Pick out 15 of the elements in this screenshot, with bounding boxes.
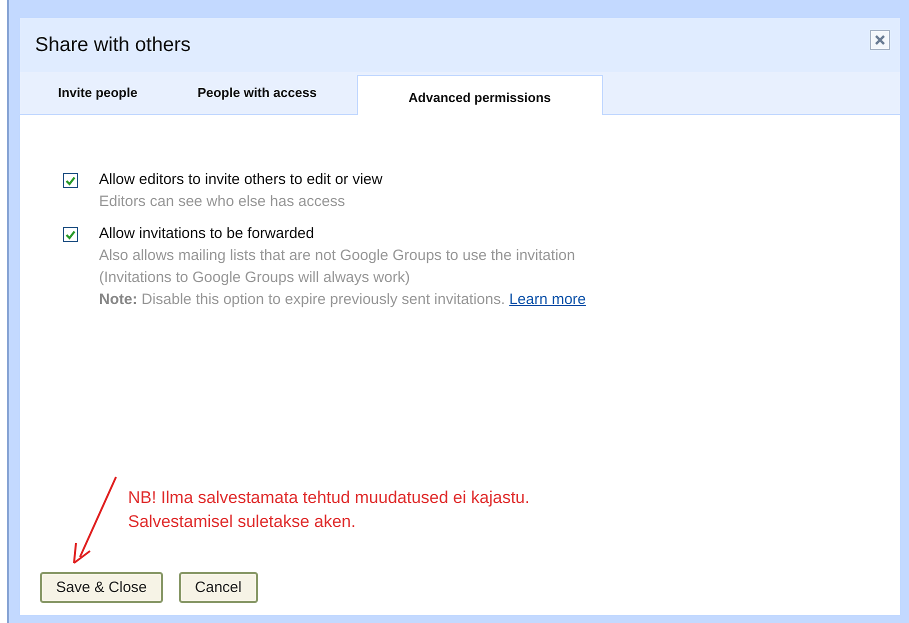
option-label: Allow editors to invite others to edit or view	[99, 171, 382, 188]
tab[interactable]: Invite people	[38, 85, 166, 114]
option-description: Also allows mailing lists that are not Google Groups to use the invitation	[99, 247, 576, 264]
dialog-button[interactable]: Cancel	[178, 572, 258, 603]
learn-more-link[interactable]: Learn more	[509, 291, 586, 308]
annotation-text: Salvestamisel suletakse aken.	[128, 511, 357, 533]
tab[interactable]: People with access	[177, 85, 345, 114]
option-note: Note: Disable this option to expire previously sent invitations. Learn more	[99, 291, 586, 308]
option-description: Editors can see who else has access	[99, 193, 346, 210]
dialog-button[interactable]: Save & Close	[40, 572, 163, 603]
dialog-title: Share with others	[35, 34, 191, 56]
option-label: Allow invitations to be forwarded	[99, 225, 316, 242]
tab[interactable]: Advanced permissions	[356, 75, 603, 115]
option-description: (Invitations to Google Groups will always work)	[99, 269, 411, 286]
annotation-text: NB! Ilma salvestamata tehtud muudatused ei kajastu.	[128, 487, 531, 509]
